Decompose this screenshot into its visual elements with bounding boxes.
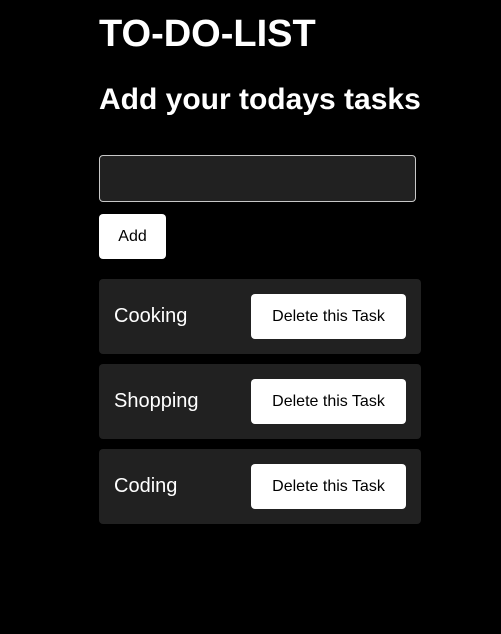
delete-task-button[interactable]: Delete this Task (251, 294, 406, 339)
task-label: Shopping (114, 390, 199, 412)
task-item: Coding Delete this Task (99, 449, 421, 524)
delete-task-button[interactable]: Delete this Task (251, 379, 406, 424)
task-item: Cooking Delete this Task (99, 279, 421, 354)
page-title: TO-DO-LIST (99, 13, 316, 55)
task-label: Cooking (114, 305, 188, 327)
add-button[interactable]: Add (99, 214, 166, 259)
task-label: Coding (114, 475, 178, 497)
task-item: Shopping Delete this Task (99, 364, 421, 439)
task-input[interactable] (99, 155, 416, 202)
task-list: Cooking Delete this Task Shopping Delete… (99, 279, 421, 534)
delete-task-button[interactable]: Delete this Task (251, 464, 406, 509)
page-subtitle: Add your todays tasks (99, 83, 421, 116)
